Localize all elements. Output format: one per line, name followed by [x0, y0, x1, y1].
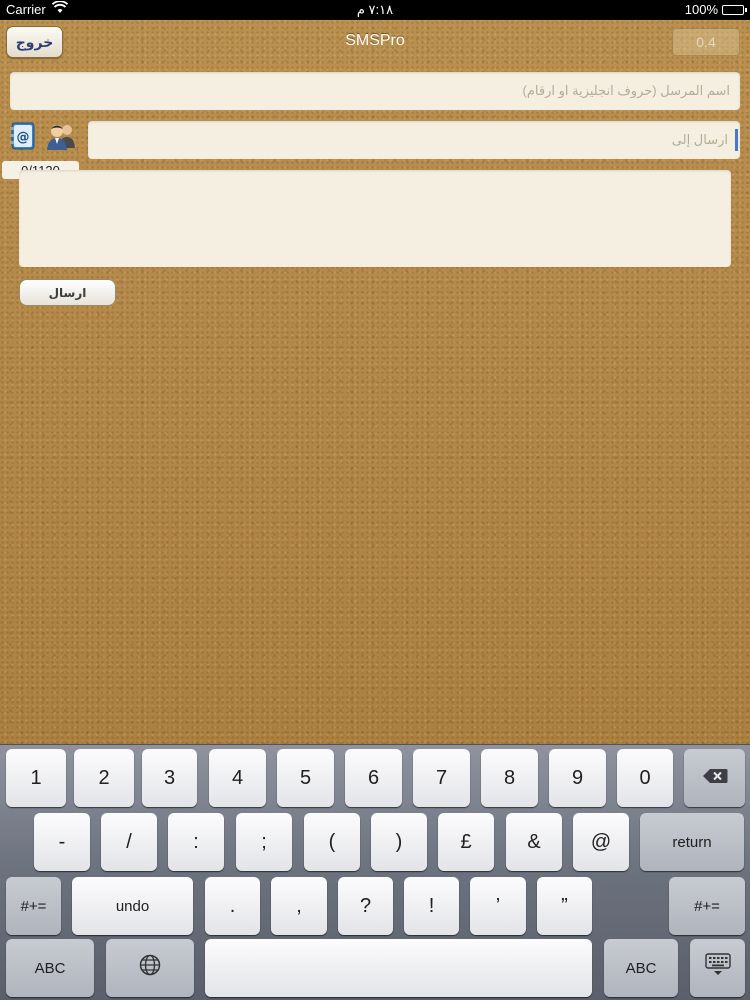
keyboard-dismiss-icon — [704, 953, 731, 983]
abc-key-left[interactable]: ABC — [6, 939, 94, 997]
symbols-key-left[interactable]: #+= — [6, 877, 61, 935]
key-period[interactable]: . — [205, 877, 260, 935]
dismiss-keyboard-key[interactable] — [690, 939, 745, 997]
key-comma[interactable]: , — [271, 877, 327, 935]
symbols-key-right[interactable]: #+= — [669, 877, 745, 935]
key-8[interactable]: 8 — [481, 749, 538, 807]
key-apostrophe[interactable]: ’ — [470, 877, 526, 935]
message-textarea[interactable] — [19, 170, 731, 267]
battery-icon — [722, 5, 747, 15]
key-4[interactable]: 4 — [209, 749, 266, 807]
key-1[interactable]: 1 — [6, 749, 66, 807]
key-5[interactable]: 5 — [277, 749, 334, 807]
key-question[interactable]: ? — [338, 877, 393, 935]
recipient-input[interactable]: ارسال إلى — [88, 121, 740, 159]
undo-key[interactable]: undo — [72, 877, 193, 935]
nav-bar: خروج SMSPro 0.4 — [0, 20, 750, 64]
backspace-key[interactable] — [684, 749, 745, 807]
key-at[interactable]: @ — [573, 813, 629, 871]
key-0[interactable]: 0 — [617, 749, 673, 807]
key-quote[interactable]: ” — [537, 877, 592, 935]
address-book-icon[interactable]: @ — [9, 122, 36, 150]
page-title: SMSPro — [345, 32, 405, 49]
sender-name-placeholder: اسم المرسل (حروف انجليزية او ارقام) — [522, 83, 730, 98]
key-dash[interactable]: - — [34, 813, 90, 871]
battery-percent: 100% — [684, 2, 718, 17]
space-key[interactable] — [205, 939, 592, 997]
key-6[interactable]: 6 — [345, 749, 402, 807]
globe-key[interactable] — [106, 939, 194, 997]
globe-icon — [139, 954, 161, 982]
key-open-paren[interactable]: ( — [304, 813, 360, 871]
counter-button[interactable]: 0.4 — [672, 28, 740, 56]
status-bar: Carrier ٧:١٨ م 100% — [0, 0, 750, 20]
key-9[interactable]: 9 — [549, 749, 606, 807]
status-time: ٧:١٨ م — [356, 2, 394, 17]
return-key[interactable]: return — [640, 813, 744, 871]
key-2[interactable]: 2 — [74, 749, 134, 807]
recipient-placeholder: ارسال إلى — [671, 132, 728, 147]
abc-key-right[interactable]: ABC — [604, 939, 678, 997]
sender-name-input[interactable]: اسم المرسل (حروف انجليزية او ارقام) — [10, 72, 740, 110]
key-close-paren[interactable]: ) — [371, 813, 427, 871]
text-caret — [735, 129, 738, 151]
contacts-icon[interactable] — [46, 121, 76, 151]
backspace-icon — [702, 767, 728, 790]
key-7[interactable]: 7 — [413, 749, 470, 807]
key-slash[interactable]: / — [101, 813, 157, 871]
keyboard: 1 2 3 4 5 6 7 8 9 0 - / : ; ( ) £ & @ re… — [0, 744, 750, 1000]
key-semicolon[interactable]: ; — [236, 813, 292, 871]
app-background — [0, 0, 750, 744]
key-3[interactable]: 3 — [142, 749, 197, 807]
key-ampersand[interactable]: & — [506, 813, 562, 871]
svg-text:@: @ — [17, 130, 30, 145]
key-exclamation[interactable]: ! — [404, 877, 459, 935]
send-button[interactable]: ارسال — [19, 279, 116, 306]
key-pound[interactable]: £ — [438, 813, 494, 871]
key-colon[interactable]: : — [168, 813, 224, 871]
